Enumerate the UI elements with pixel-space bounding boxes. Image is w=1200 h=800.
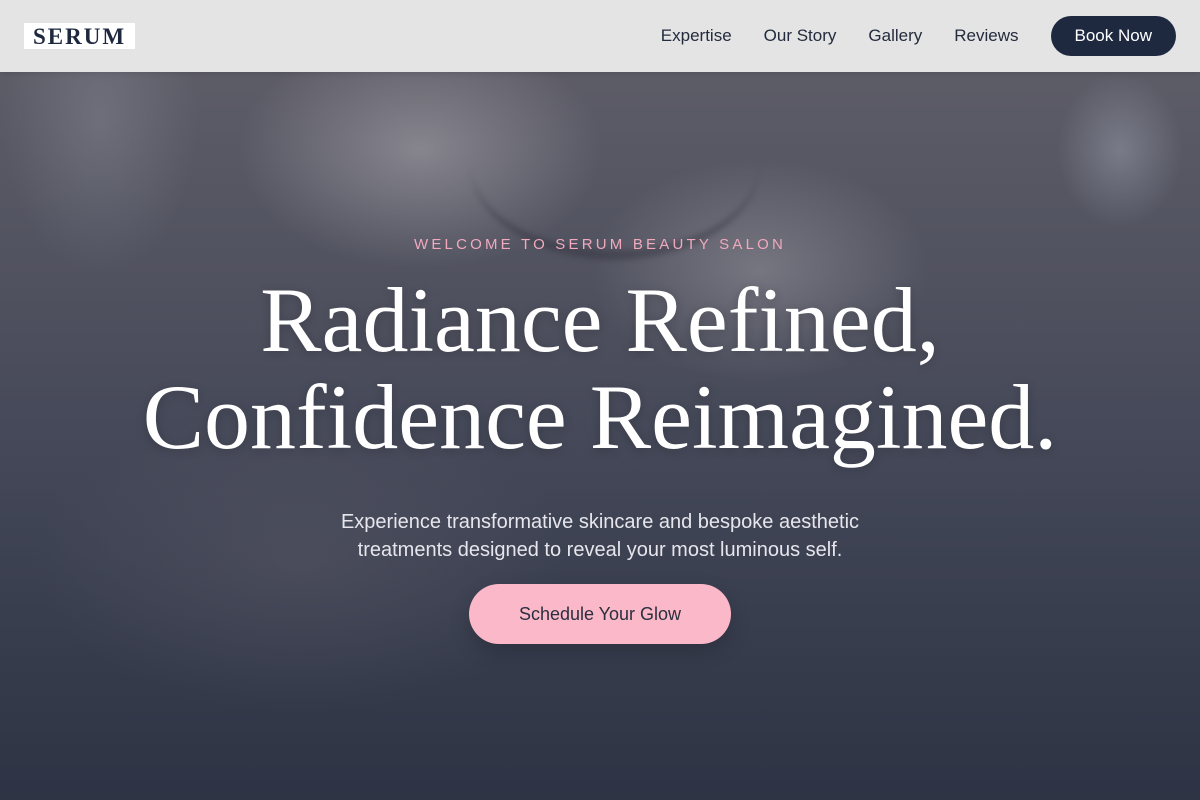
nav-link-expertise[interactable]: Expertise [661,26,732,46]
hero-eyebrow: WELCOME TO SERUM BEAUTY SALON [413,236,787,253]
hero-headline: Radiance Refined, Confidence Reimagined. [0,272,1200,466]
schedule-glow-button[interactable]: Schedule Your Glow [469,584,731,644]
nav-link-our-story[interactable]: Our Story [764,26,837,46]
nav-link-gallery[interactable]: Gallery [868,26,922,46]
main-nav: Expertise Our Story Gallery Reviews Book… [661,16,1176,56]
hero-subtext-line-2: treatments designed to reveal your most … [357,539,843,561]
book-now-button[interactable]: Book Now [1050,16,1176,56]
site-header: SERUM Expertise Our Story Gallery Review… [0,0,1200,72]
hero-section: WELCOME TO SERUM BEAUTY SALON Radiance R… [0,0,1200,800]
logo[interactable]: SERUM [24,23,136,49]
nav-link-reviews[interactable]: Reviews [954,26,1018,46]
hero-headline-line-2: Confidence Reimagined. [142,366,1058,468]
hero-headline-line-1: Radiance Refined, [260,269,940,371]
page: SERUM Expertise Our Story Gallery Review… [0,0,1200,800]
hero-subtext: Experience transformative skincare and b… [300,508,900,564]
hero-subtext-line-1: Experience transformative skincare and b… [340,511,860,533]
